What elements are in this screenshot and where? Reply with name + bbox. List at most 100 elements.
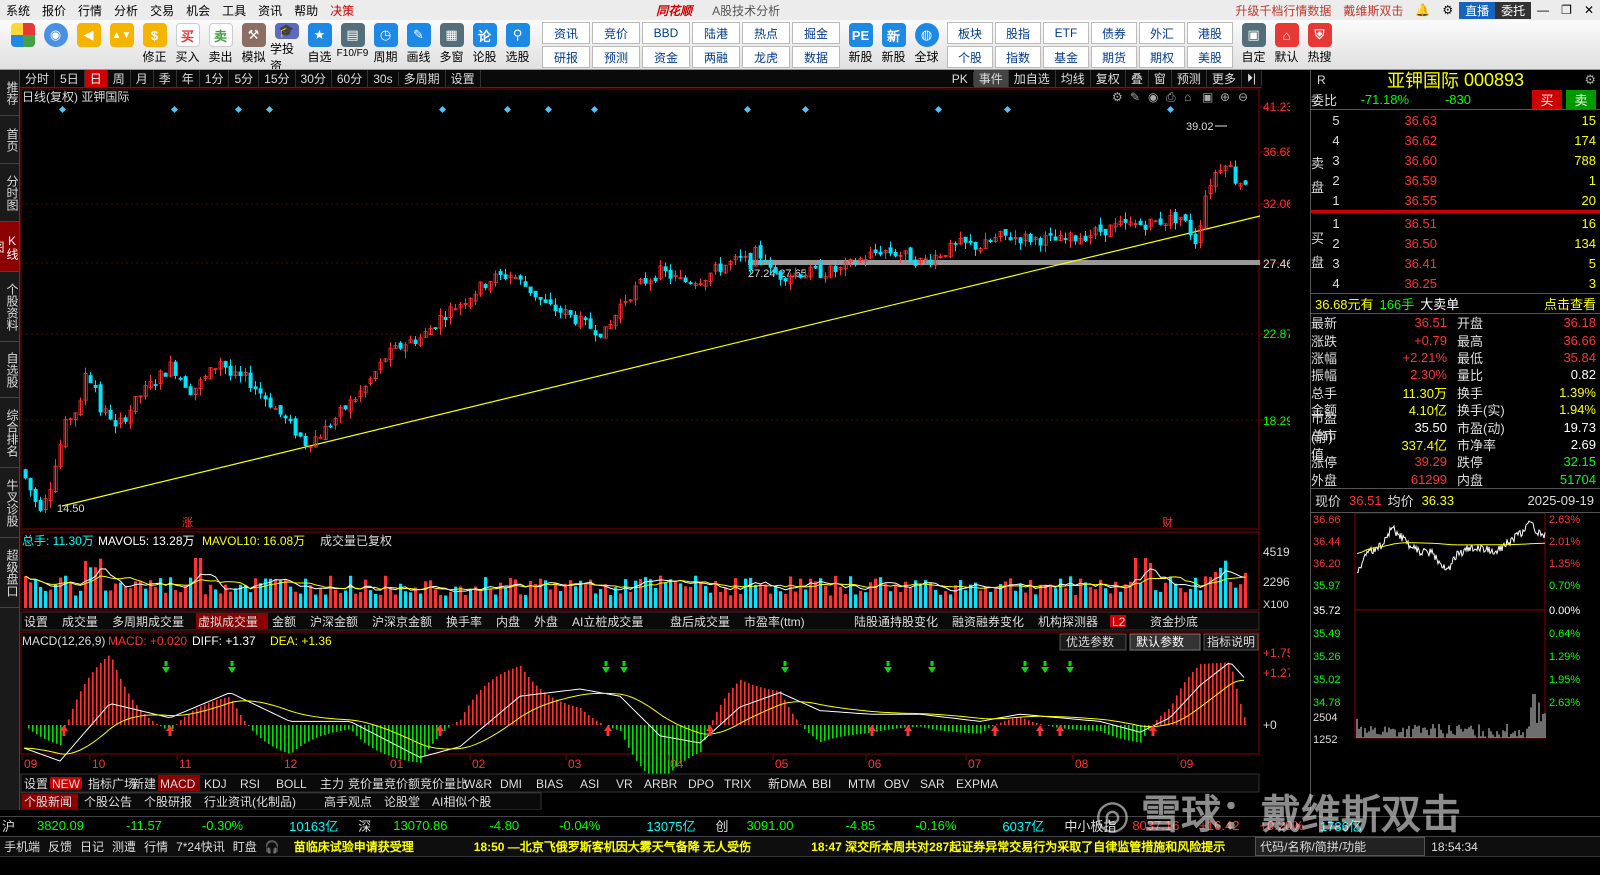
ticker-watch[interactable]: 盯盘 <box>229 838 261 855</box>
volume-bar[interactable] <box>784 593 788 608</box>
candle[interactable] <box>913 259 918 266</box>
headset-icon[interactable]: 🎧 <box>261 840 284 854</box>
volume-bar[interactable] <box>214 589 218 608</box>
subtab-1[interactable]: 成交量 <box>62 614 98 629</box>
volume-bar[interactable] <box>314 594 318 608</box>
candle[interactable] <box>98 384 103 413</box>
sell-level-3[interactable]: 3 36.60 788 <box>1311 150 1600 170</box>
menu-chance[interactable]: 机会 <box>180 2 216 19</box>
candle[interactable] <box>23 469 28 479</box>
menu-decision[interactable]: 决策 <box>324 2 360 19</box>
period-settings[interactable]: 设置 <box>446 70 481 87</box>
candle[interactable] <box>953 242 958 245</box>
volume-bar[interactable] <box>624 579 628 608</box>
volume-bar[interactable] <box>1044 584 1048 608</box>
grid1-item[interactable]: BBD <box>642 22 690 44</box>
grid1-item[interactable]: 数据 <box>792 46 840 68</box>
zoom-out-icon[interactable]: ⊖ <box>1238 90 1248 104</box>
volume-bar[interactable] <box>1029 579 1033 608</box>
candle[interactable] <box>873 249 878 253</box>
candle[interactable] <box>293 418 298 436</box>
volume-bar[interactable] <box>674 581 678 608</box>
sell-level-4[interactable]: 4 36.62 174 <box>1311 130 1600 150</box>
tool-pk[interactable]: PK <box>947 71 974 86</box>
volume-bar[interactable] <box>199 558 203 608</box>
volume-bar[interactable] <box>254 578 258 608</box>
subtab-8[interactable]: 内盘 <box>496 614 520 629</box>
volume-bar[interactable] <box>864 592 868 608</box>
volume-bar[interactable] <box>609 595 613 608</box>
candle[interactable] <box>1193 233 1198 245</box>
volume-bar[interactable] <box>984 586 988 608</box>
candle[interactable] <box>123 417 128 422</box>
period-button[interactable]: ◷ 周期 <box>369 20 402 69</box>
indicator-tab-指标广场[interactable]: 指标广场 <box>88 776 136 791</box>
volume-bar[interactable] <box>319 588 323 608</box>
news-tab-5[interactable]: 论股堂 <box>384 795 420 809</box>
indicator-tab-主力[interactable]: 主力 <box>320 777 344 791</box>
volume-bar[interactable] <box>599 589 603 608</box>
volume-bar[interactable] <box>574 586 578 608</box>
f10-button[interactable]: ▤ F10/F9 <box>336 20 369 69</box>
volume-bar[interactable] <box>1019 584 1023 608</box>
volume-bar[interactable] <box>649 579 653 608</box>
subtab-12[interactable]: 市盈率(ttm) <box>744 614 805 629</box>
ticker-mobile[interactable]: 手机端 <box>0 838 44 855</box>
candle[interactable] <box>768 262 773 268</box>
ticker-724[interactable]: 7*24快讯 <box>172 838 229 855</box>
volume-bar[interactable] <box>154 586 158 608</box>
volume-bar[interactable] <box>514 579 518 608</box>
indicator-tab-NEW[interactable]: NEW <box>50 777 82 791</box>
volume-bar[interactable] <box>1164 582 1168 608</box>
grid2-item[interactable]: ETF <box>1043 22 1089 44</box>
indicator-tab-KDJ[interactable]: KDJ <box>204 777 227 791</box>
period-5day[interactable]: 5日 <box>55 70 85 87</box>
volume-bar[interactable] <box>369 590 373 608</box>
menu-quote[interactable]: 报价 <box>36 2 72 19</box>
subtab-0[interactable]: 设置 <box>24 615 48 629</box>
grid2-item[interactable]: 美股 <box>1187 46 1233 68</box>
volume-bar[interactable] <box>1159 591 1163 608</box>
marker-zhang[interactable]: 涨 <box>182 516 193 529</box>
volume-bar[interactable] <box>469 589 473 608</box>
printer-icon[interactable]: ⎙ <box>1166 90 1176 104</box>
volume-bar[interactable] <box>629 591 633 608</box>
grid1-item[interactable]: 预测 <box>592 46 640 68</box>
volume-bar[interactable] <box>39 586 43 608</box>
subtab-10[interactable]: AI立桩成交量 <box>572 614 643 629</box>
tool-events[interactable]: 事件 <box>973 70 1009 87</box>
volume-bar[interactable] <box>74 595 78 608</box>
candle[interactable] <box>498 271 503 275</box>
grid2-item[interactable]: 个股 <box>947 46 993 68</box>
news-tab-0[interactable]: 个股新闻 <box>22 794 78 809</box>
news-tab-6[interactable]: AI相似个股 <box>432 795 491 809</box>
volume-bar[interactable] <box>1064 588 1068 608</box>
volume-bar[interactable] <box>289 586 293 608</box>
eye-icon[interactable]: ◉ <box>1148 90 1158 104</box>
subtab-13[interactable]: 陆股通持股变化 <box>854 614 938 629</box>
candle[interactable] <box>533 290 538 298</box>
candle[interactable] <box>1083 235 1088 241</box>
nav-watchlist[interactable]: 自选股 <box>0 342 19 398</box>
volume-bar[interactable] <box>189 577 193 608</box>
volume-bar[interactable] <box>519 594 523 608</box>
volume-bar[interactable] <box>634 580 638 608</box>
indicator-tab-竞价量比[interactable]: 竞价量比 <box>420 777 468 791</box>
subtab-2[interactable]: 多周期成交量 <box>112 614 184 629</box>
candle[interactable] <box>1048 233 1053 236</box>
tool-adjust[interactable]: 复权 <box>1091 70 1126 87</box>
volume-bar[interactable] <box>59 577 63 608</box>
subtab-3[interactable]: 虚拟成交量 <box>196 613 268 629</box>
candle[interactable] <box>588 318 593 329</box>
settings-icon[interactable]: ⚙ <box>1112 90 1123 104</box>
candle[interactable] <box>283 415 288 419</box>
indicator-tab-SAR[interactable]: SAR <box>920 777 945 791</box>
volume-bar[interactable] <box>949 594 953 608</box>
volume-bar[interactable] <box>734 578 738 608</box>
sell-button[interactable]: 卖卖出 <box>204 20 237 69</box>
volume-bar[interactable] <box>764 584 768 608</box>
volume-bar[interactable] <box>1224 560 1228 608</box>
volume-bar[interactable] <box>294 591 298 608</box>
default-button[interactable]: ⌂ 默认 <box>1270 20 1303 69</box>
volume-bar[interactable] <box>679 583 683 608</box>
